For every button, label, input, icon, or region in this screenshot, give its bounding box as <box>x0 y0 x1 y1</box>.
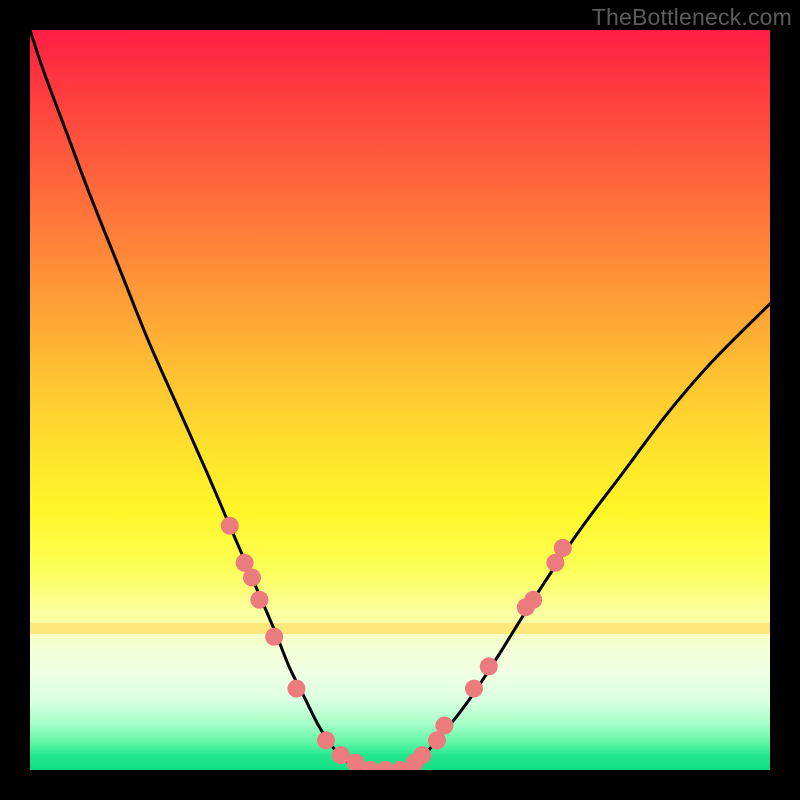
curve-marker <box>287 680 305 698</box>
curve-marker <box>554 539 572 557</box>
curve-marker <box>435 717 453 735</box>
plot-area <box>30 30 770 770</box>
curve-marker <box>413 746 431 764</box>
chart-stage: TheBottleneck.com <box>0 0 800 800</box>
curve-marker <box>250 591 268 609</box>
curve-marker <box>480 657 498 675</box>
curve-marker <box>221 517 239 535</box>
curve-marker <box>265 628 283 646</box>
marker-group <box>221 517 572 770</box>
watermark-text: TheBottleneck.com <box>592 4 792 31</box>
curve-marker <box>317 731 335 749</box>
curve-marker <box>465 680 483 698</box>
chart-svg <box>30 30 770 770</box>
curve-marker <box>243 569 261 587</box>
main-curve <box>30 30 770 770</box>
curve-marker <box>524 591 542 609</box>
